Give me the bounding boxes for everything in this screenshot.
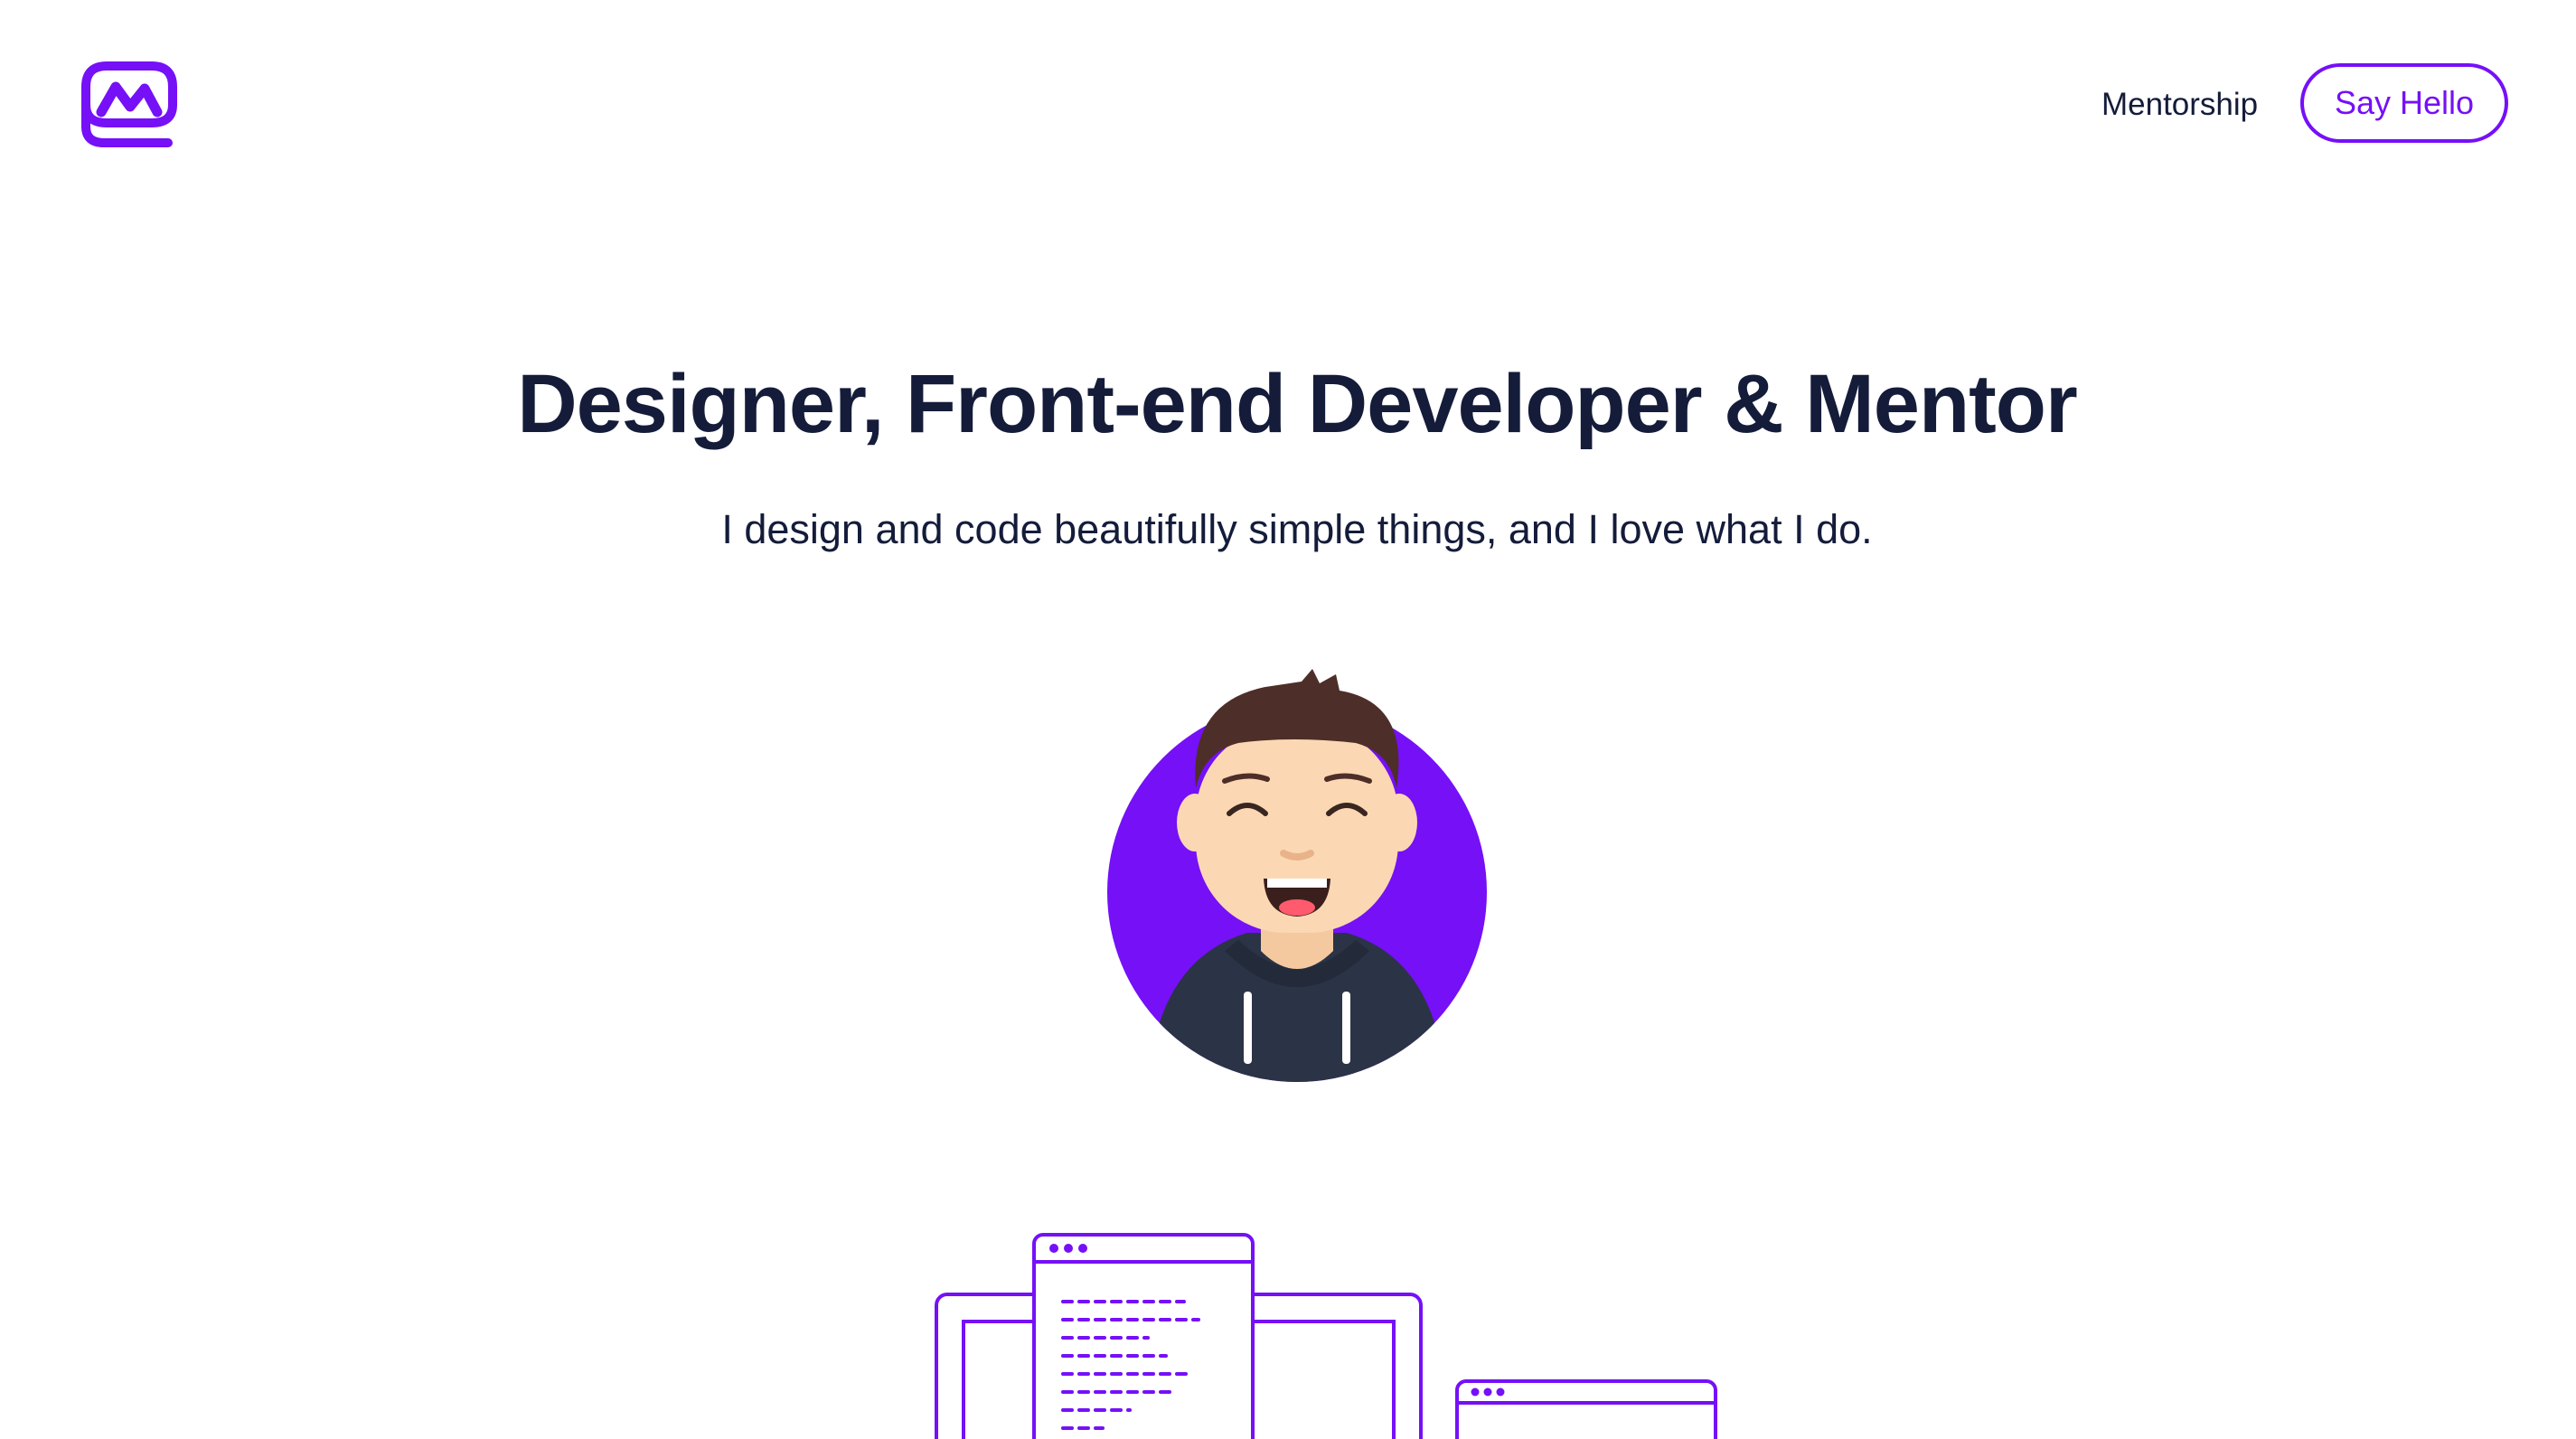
say-hello-button[interactable]: Say Hello (2300, 63, 2508, 143)
nav-mentorship-link[interactable]: Mentorship (2101, 85, 2258, 125)
page-title: Designer, Front-end Developer & Mentor (517, 358, 2078, 450)
browser-windows-illustration (935, 1233, 1717, 1439)
logo-icon[interactable] (81, 61, 177, 150)
page-subtitle: I design and code beautifully simple thi… (721, 506, 1873, 552)
avatar-icon (1107, 669, 1487, 1082)
